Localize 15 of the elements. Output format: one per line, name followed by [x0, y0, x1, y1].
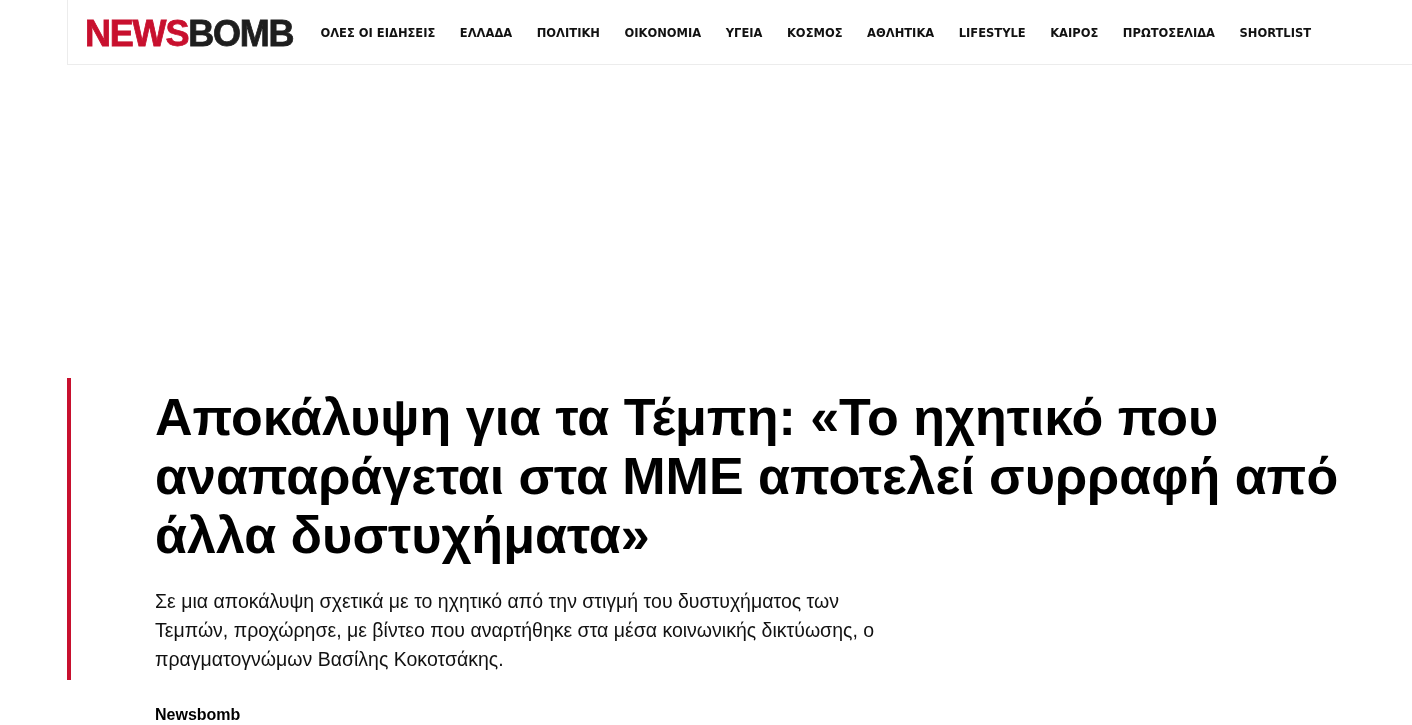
nav-link[interactable]: ΠΟΛΙΤΙΚΗ: [536, 26, 600, 40]
article-title: Αποκάλυψη για τα Τέμπη: «Το ηχητικό που αναπαράγεται στα ΜΜΕ αποτελεί συρραφή από άλλα δυστυχήματα»: [155, 388, 1340, 565]
nav-link[interactable]: SHORTLIST: [1239, 26, 1312, 40]
site-logo[interactable]: NEWSBOMB: [85, 12, 294, 52]
nav-link[interactable]: ΕΛΛΑΔΑ: [459, 26, 513, 40]
nav-link[interactable]: ΠΡΩΤΟΣΕΛΙΔΑ: [1122, 26, 1215, 40]
nav-link[interactable]: ΥΓΕΙΑ: [725, 26, 763, 40]
nav-link[interactable]: ΟΛΕΣ ΟΙ ΕΙΔΗΣΕΙΣ: [320, 26, 436, 40]
nav-link[interactable]: LIFESTYLE: [958, 26, 1026, 40]
article-lead: Σε μια αποκάλυψη σχετικά με το ηχητικό από την στιγμή του δυστυχήματος των Τεμπών, προχώρησε, με βίντεο που αναρτήθηκε στα μέσα κοινωνικής δικτύωσης, ο πραγματογνώμων Βασίλης Κοκοτσάκης.: [155, 589, 876, 672]
author-name: Newsbomb: [155, 706, 241, 724]
nav-link[interactable]: ΑΘΛΗΤΙΚΑ: [867, 26, 935, 40]
nav-link[interactable]: ΟΙΚΟΝΟΜΙΑ: [624, 26, 702, 40]
nav-link[interactable]: ΚΑΙΡΟΣ: [1050, 26, 1099, 40]
nav-link[interactable]: ΚΟΣΜΟΣ: [786, 26, 843, 40]
